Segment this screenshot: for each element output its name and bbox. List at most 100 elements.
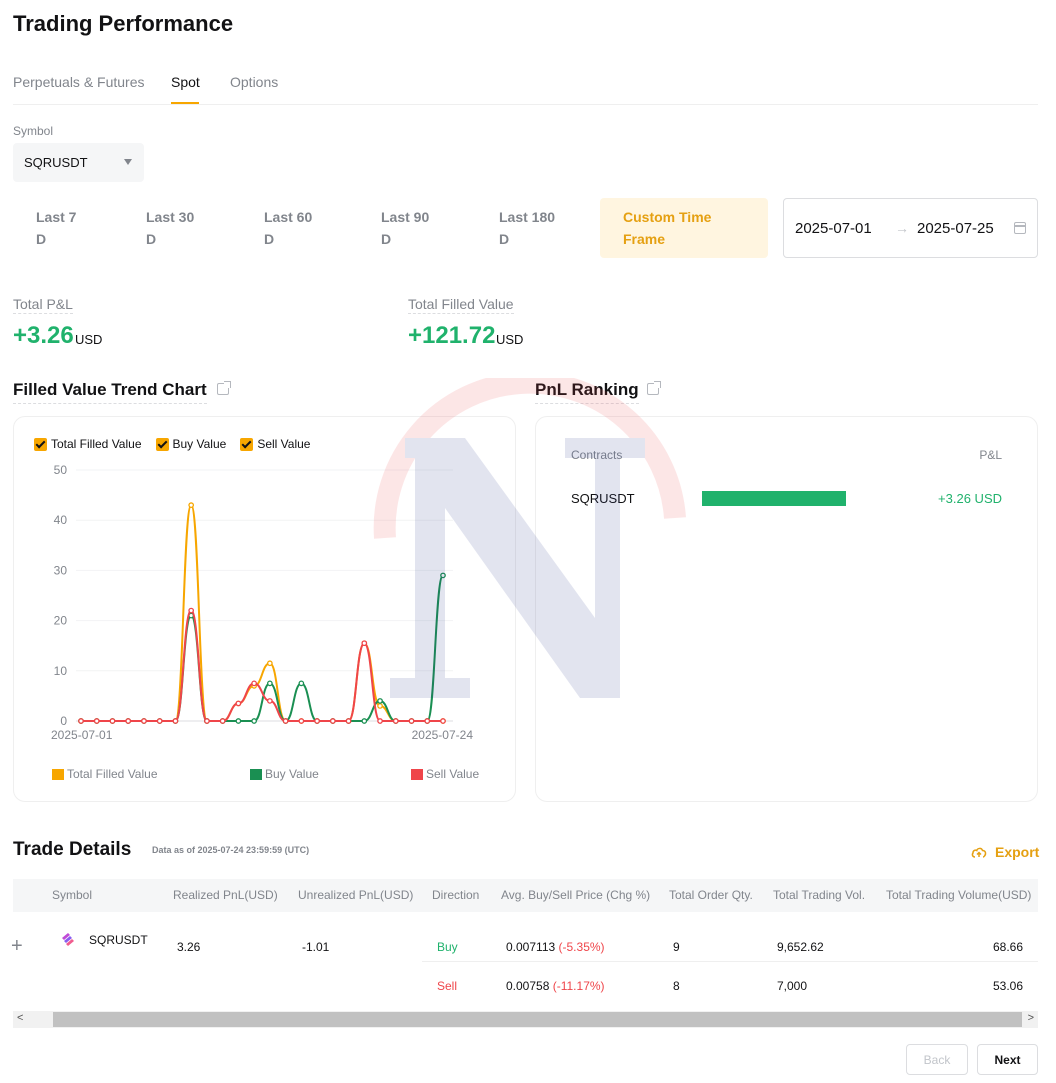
arrow-right-icon: → [895,220,909,236]
range-line1: Last 7 [36,209,77,225]
data-point [408,718,415,724]
coin-icon [62,933,74,946]
data-point [267,698,273,704]
series-line [80,504,443,722]
legend-item-buy[interactable]: Buy Value [250,767,319,781]
range-line1: Last 90 [381,209,430,225]
series-line [80,574,444,723]
price-change: (-11.17%) [552,979,605,993]
price-value: 0.00758 [506,979,550,993]
table-row-buy-price: 0.007113 (-5.35%) [506,940,605,954]
page-title: Trading Performance [13,11,234,36]
range-line1: Custom Time [623,209,712,225]
date-range-picker[interactable]: 2025-07-01 → 2025-07-25 [783,198,1038,258]
cloud-upload-icon [971,847,987,858]
symbol-select-value: SQRUSDT [24,155,88,170]
external-link-icon[interactable] [217,381,231,395]
trade-details-timestamp: Data as of 2025-07-24 23:59:59 (UTC) [152,845,310,855]
date-end[interactable]: 2025-07-25 [917,220,994,237]
y-tick-label: 40 [54,513,68,527]
calendar-icon[interactable] [1014,222,1026,234]
y-tick-label: 30 [54,563,68,577]
th-total-order-qty: Total Order Qty. [669,888,753,902]
trend-chart-plot: 0 10 20 30 40 50 2025-07-01 2025-07-24 [51,463,474,742]
table-row-buy-qty: 9 [673,940,680,954]
table-row-symbol[interactable]: SQRUSDT [89,933,148,947]
range-line2: D [146,231,157,247]
data-point [345,718,352,724]
total-filled-unit: USD [496,332,524,347]
scroll-left-icon[interactable]: < [17,1012,23,1024]
y-tick-label: 0 [60,714,67,728]
table-row-sell-qty: 8 [673,979,680,993]
range-line1: Last 60 [264,209,313,225]
price-change: (-5.35%) [558,940,605,954]
ranking-bar [702,491,846,506]
pnl-ranking-title: PnL Ranking [535,380,639,404]
row-divider [422,961,1038,962]
table-row-sell-vol-usd: 53.06 [992,979,1023,993]
trend-chart-title: Filled Value Trend Chart [13,380,207,404]
data-point [267,660,273,667]
expand-row-icon[interactable]: + [11,935,23,958]
price-value: 0.007113 [506,940,556,954]
next-button[interactable]: Next [977,1044,1038,1075]
date-start[interactable]: 2025-07-01 [795,220,872,237]
range-last-90d[interactable]: Last 90 D [381,206,429,266]
back-button[interactable]: Back [906,1044,968,1075]
legend-item-total-filled[interactable]: Total Filled Value [52,767,158,781]
table-row-buy-vol: 9,652.62 [777,940,824,954]
range-last-7d[interactable]: Last 7 D [36,206,76,266]
col-pnl: P&L [979,448,1002,462]
export-label: Export [995,844,1040,860]
data-point [267,680,273,687]
data-point [329,718,336,724]
range-last-30d[interactable]: Last 30 D [146,206,194,266]
legend-label: Sell Value [426,767,480,781]
scroll-right-icon[interactable]: > [1028,1012,1034,1024]
export-button[interactable]: Export [971,844,1039,860]
data-point [93,718,100,724]
legend-item-sell[interactable]: Sell Value [411,767,479,781]
chevron-down-icon [124,159,132,165]
symbol-select[interactable]: SQRUSDT [13,143,144,182]
data-point [219,718,226,724]
data-point [204,718,210,724]
data-point [172,718,179,724]
data-point [109,718,116,724]
x-tick-label: 2025-07-24 [412,728,474,742]
data-point [377,718,383,724]
tab-spot[interactable]: Spot [171,74,200,90]
range-line1: Last 180 [499,209,556,225]
th-symbol: Symbol [52,888,93,902]
external-link-icon[interactable] [647,381,661,395]
data-point [188,502,195,508]
range-line2: D [36,231,47,247]
table-row-buy-direction: Buy [437,940,458,954]
legend-swatch [52,768,64,780]
data-point [156,718,163,724]
data-point [361,640,368,647]
total-pnl-value: +3.26 [13,322,74,349]
y-tick-label: 50 [54,463,68,477]
table-row-realized: 3.26 [177,940,201,954]
range-last-60d[interactable]: Last 60 D [264,206,312,266]
data-point [440,718,446,724]
data-point [392,718,399,724]
legend-label: Total Filled Value [67,767,158,781]
horizontal-scrollbar[interactable]: < > [13,1011,1038,1028]
tab-options[interactable]: Options [230,74,278,90]
data-point [251,680,257,687]
trend-chart-card: Total Filled Value Buy Value Sell Value … [13,416,516,802]
range-last-180d[interactable]: Last 180 D [499,206,555,266]
range-custom-time-frame[interactable]: Custom Time Frame [600,198,768,258]
data-point [361,718,368,724]
data-point [235,718,242,724]
scrollbar-thumb[interactable] [53,1012,1022,1027]
tab-perpetuals-futures[interactable]: Perpetuals & Futures [13,74,145,90]
th-unrealized-pnl: Unrealized PnL(USD) [298,888,414,902]
range-line2: D [264,231,275,247]
data-point [298,680,305,687]
th-avg-price: Avg. Buy/Sell Price (Chg %) [501,888,651,902]
table-row-unrealized: -1.01 [302,940,330,954]
